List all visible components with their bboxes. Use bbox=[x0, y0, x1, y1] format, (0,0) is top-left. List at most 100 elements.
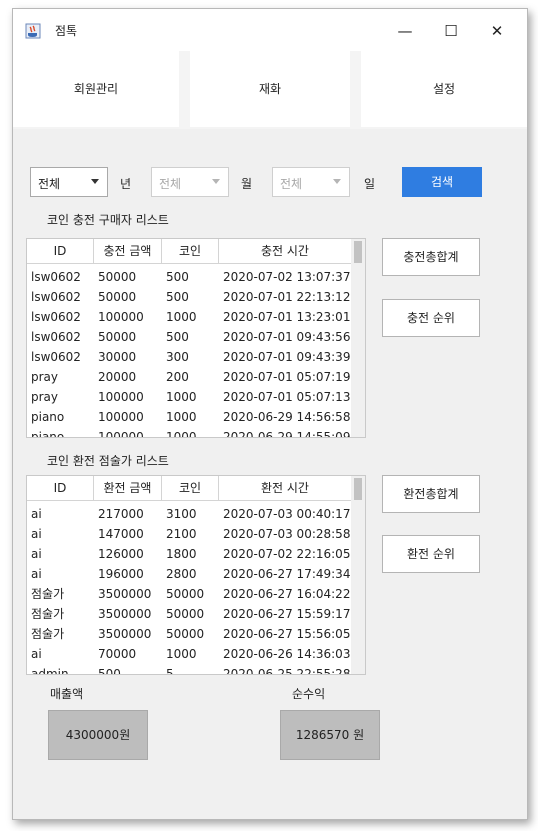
cell-amount: 196000 bbox=[98, 567, 144, 581]
day-select[interactable]: 전체 bbox=[272, 167, 350, 197]
day-select-value: 전체 bbox=[280, 177, 303, 191]
scrollbar-thumb[interactable] bbox=[354, 241, 362, 263]
month-select[interactable]: 전체 bbox=[151, 167, 229, 197]
cell-coin: 1800 bbox=[166, 547, 197, 561]
cell-time: 2020-07-01 09:43:39 bbox=[223, 350, 351, 364]
title-bar: 점톡 — ☐ ✕ bbox=[13, 9, 527, 51]
sales-label: 매출액 bbox=[50, 687, 84, 701]
charge-table-scrollbar[interactable] bbox=[351, 239, 365, 437]
table-row[interactable]: 점술가 3500000 50000 2020-06-27 15:56:05 bbox=[27, 624, 352, 644]
table-row[interactable]: 점술가 3500000 50000 2020-06-27 16:04:22 bbox=[27, 584, 352, 604]
cell-id: lsw0602 bbox=[31, 330, 81, 344]
scrollbar-thumb[interactable] bbox=[354, 478, 362, 500]
exchange-rank-button[interactable]: 환전 순위 bbox=[382, 535, 480, 573]
exchange-table-scrollbar[interactable] bbox=[351, 476, 365, 674]
cell-coin: 1000 bbox=[166, 410, 197, 424]
column-header-amount[interactable]: 환전 금액 bbox=[94, 476, 162, 500]
cell-id: ai bbox=[31, 567, 42, 581]
column-header-id[interactable]: ID bbox=[27, 239, 94, 263]
cell-amount: 3500000 bbox=[98, 607, 152, 621]
net-profit-value: 1286570 원 bbox=[280, 710, 380, 760]
charge-rank-button[interactable]: 충전 순위 bbox=[382, 299, 480, 337]
cell-amount: 3500000 bbox=[98, 587, 152, 601]
charge-table[interactable]: ID 충전 금액 코인 충전 시간 lsw0602 50000 500 2020-07… bbox=[26, 238, 366, 438]
cell-id: admin bbox=[31, 667, 69, 675]
charge-list-title: 코인 충전 구매자 리스트 bbox=[47, 213, 169, 227]
column-header-id[interactable]: ID bbox=[27, 476, 94, 500]
table-row[interactable]: ai 126000 1800 2020-07-02 22:16:05 bbox=[27, 544, 352, 564]
column-header-coin[interactable]: 코인 bbox=[162, 239, 219, 263]
table-row[interactable]: ai 70000 1000 2020-06-26 14:36:03... bbox=[27, 644, 352, 664]
tab-member-management[interactable]: 회원관리 bbox=[13, 51, 179, 127]
table-row[interactable]: admin 500 5 2020-06-25 22:55:28 bbox=[27, 664, 352, 675]
sales-value: 4300000원 bbox=[48, 710, 148, 760]
cell-amount: 500 bbox=[98, 667, 121, 675]
maximize-button[interactable]: ☐ bbox=[431, 17, 471, 45]
cell-id: ai bbox=[31, 647, 42, 661]
table-row[interactable]: ai 147000 2100 2020-07-03 00:28:58 bbox=[27, 524, 352, 544]
currency-panel bbox=[25, 129, 517, 809]
cell-coin: 500 bbox=[166, 270, 189, 284]
day-unit-label: 일 bbox=[364, 177, 376, 191]
cell-time: 2020-06-25 22:55:28 bbox=[223, 667, 351, 675]
cell-time: 2020-06-27 16:04:22 bbox=[223, 587, 351, 601]
table-row[interactable]: ai 196000 2800 2020-06-27 17:49:34 bbox=[27, 564, 352, 584]
cell-coin: 500 bbox=[166, 330, 189, 344]
exchange-list-title: 코인 환전 점술가 리스트 bbox=[47, 454, 169, 468]
minimize-button[interactable]: — bbox=[385, 17, 425, 45]
exchange-total-button[interactable]: 환전총합계 bbox=[382, 475, 480, 513]
app-window: 점톡 — ☐ ✕ 회원관리 재화 설정 전체 년 전체 월 전체 일 검색 코인… bbox=[12, 8, 528, 820]
tab-settings[interactable]: 설정 bbox=[361, 51, 527, 127]
table-row[interactable]: lsw0602 100000 1000 2020-07-01 13:23:01 bbox=[27, 307, 352, 327]
search-button[interactable]: 검색 bbox=[402, 167, 482, 197]
cell-id: ai bbox=[31, 507, 42, 521]
cell-id: ai bbox=[31, 527, 42, 541]
cell-coin: 50000 bbox=[166, 607, 205, 621]
cell-time: 2020-07-01 22:13:12 bbox=[223, 290, 351, 304]
table-row[interactable]: pray 100000 1000 2020-07-01 05:07:13 bbox=[27, 387, 352, 407]
cell-time: 2020-07-01 05:07:13 bbox=[223, 390, 351, 404]
exchange-table[interactable]: ID 환전 금액 코인 환전 시간 ai 217000 3100 2020-07-03… bbox=[26, 475, 366, 675]
column-header-time[interactable]: 충전 시간 bbox=[219, 239, 352, 263]
charge-total-button[interactable]: 충전총합계 bbox=[382, 238, 480, 276]
table-row[interactable]: pray 20000 200 2020-07-01 05:07:19 bbox=[27, 367, 352, 387]
main-tab-bar: 회원관리 재화 설정 bbox=[13, 51, 527, 129]
cell-amount: 100000 bbox=[98, 310, 144, 324]
close-button[interactable]: ✕ bbox=[477, 17, 517, 45]
cell-amount: 126000 bbox=[98, 547, 144, 561]
table-row[interactable]: 점술가 3500000 50000 2020-06-27 15:59:17 bbox=[27, 604, 352, 624]
year-select[interactable]: 전체 bbox=[30, 167, 108, 197]
cell-time: 2020-06-27 17:49:34 bbox=[223, 567, 351, 581]
table-row[interactable]: lsw0602 50000 500 2020-07-02 13:07:37 bbox=[27, 267, 352, 287]
cell-coin: 1000 bbox=[166, 390, 197, 404]
cell-coin: 300 bbox=[166, 350, 189, 364]
month-select-value: 전체 bbox=[159, 177, 182, 191]
cell-id: lsw0602 bbox=[31, 290, 81, 304]
column-header-amount[interactable]: 충전 금액 bbox=[94, 239, 162, 263]
cell-amount: 30000 bbox=[98, 350, 137, 364]
table-row[interactable]: piano 100000 1000 2020-06-29 14:55:09 bbox=[27, 427, 352, 438]
chevron-down-icon bbox=[212, 179, 220, 184]
cell-id: pray bbox=[31, 390, 59, 404]
cell-id: lsw0602 bbox=[31, 350, 81, 364]
cell-amount: 50000 bbox=[98, 290, 137, 304]
cell-coin: 5 bbox=[166, 667, 174, 675]
tab-currency[interactable]: 재화 bbox=[190, 51, 350, 127]
cell-id: 점술가 bbox=[31, 627, 65, 641]
cell-amount: 147000 bbox=[98, 527, 144, 541]
table-row[interactable]: lsw0602 30000 300 2020-07-01 09:43:39 bbox=[27, 347, 352, 367]
cell-time: 2020-07-02 22:16:05 bbox=[223, 547, 351, 561]
table-row[interactable]: lsw0602 50000 500 2020-07-01 09:43:56 bbox=[27, 327, 352, 347]
cell-coin: 500 bbox=[166, 290, 189, 304]
table-row[interactable]: lsw0602 50000 500 2020-07-01 22:13:12 bbox=[27, 287, 352, 307]
cell-amount: 100000 bbox=[98, 410, 144, 424]
table-row[interactable]: piano 100000 1000 2020-06-29 14:56:58 bbox=[27, 407, 352, 427]
column-header-coin[interactable]: 코인 bbox=[162, 476, 219, 500]
column-header-time[interactable]: 환전 시간 bbox=[219, 476, 352, 500]
cell-amount: 100000 bbox=[98, 430, 144, 438]
cell-time: 2020-07-01 05:07:19 bbox=[223, 370, 351, 384]
cell-coin: 1000 bbox=[166, 310, 197, 324]
cell-coin: 1000 bbox=[166, 647, 197, 661]
cell-coin: 50000 bbox=[166, 587, 205, 601]
table-row[interactable]: ai 217000 3100 2020-07-03 00:40:17 bbox=[27, 504, 352, 524]
